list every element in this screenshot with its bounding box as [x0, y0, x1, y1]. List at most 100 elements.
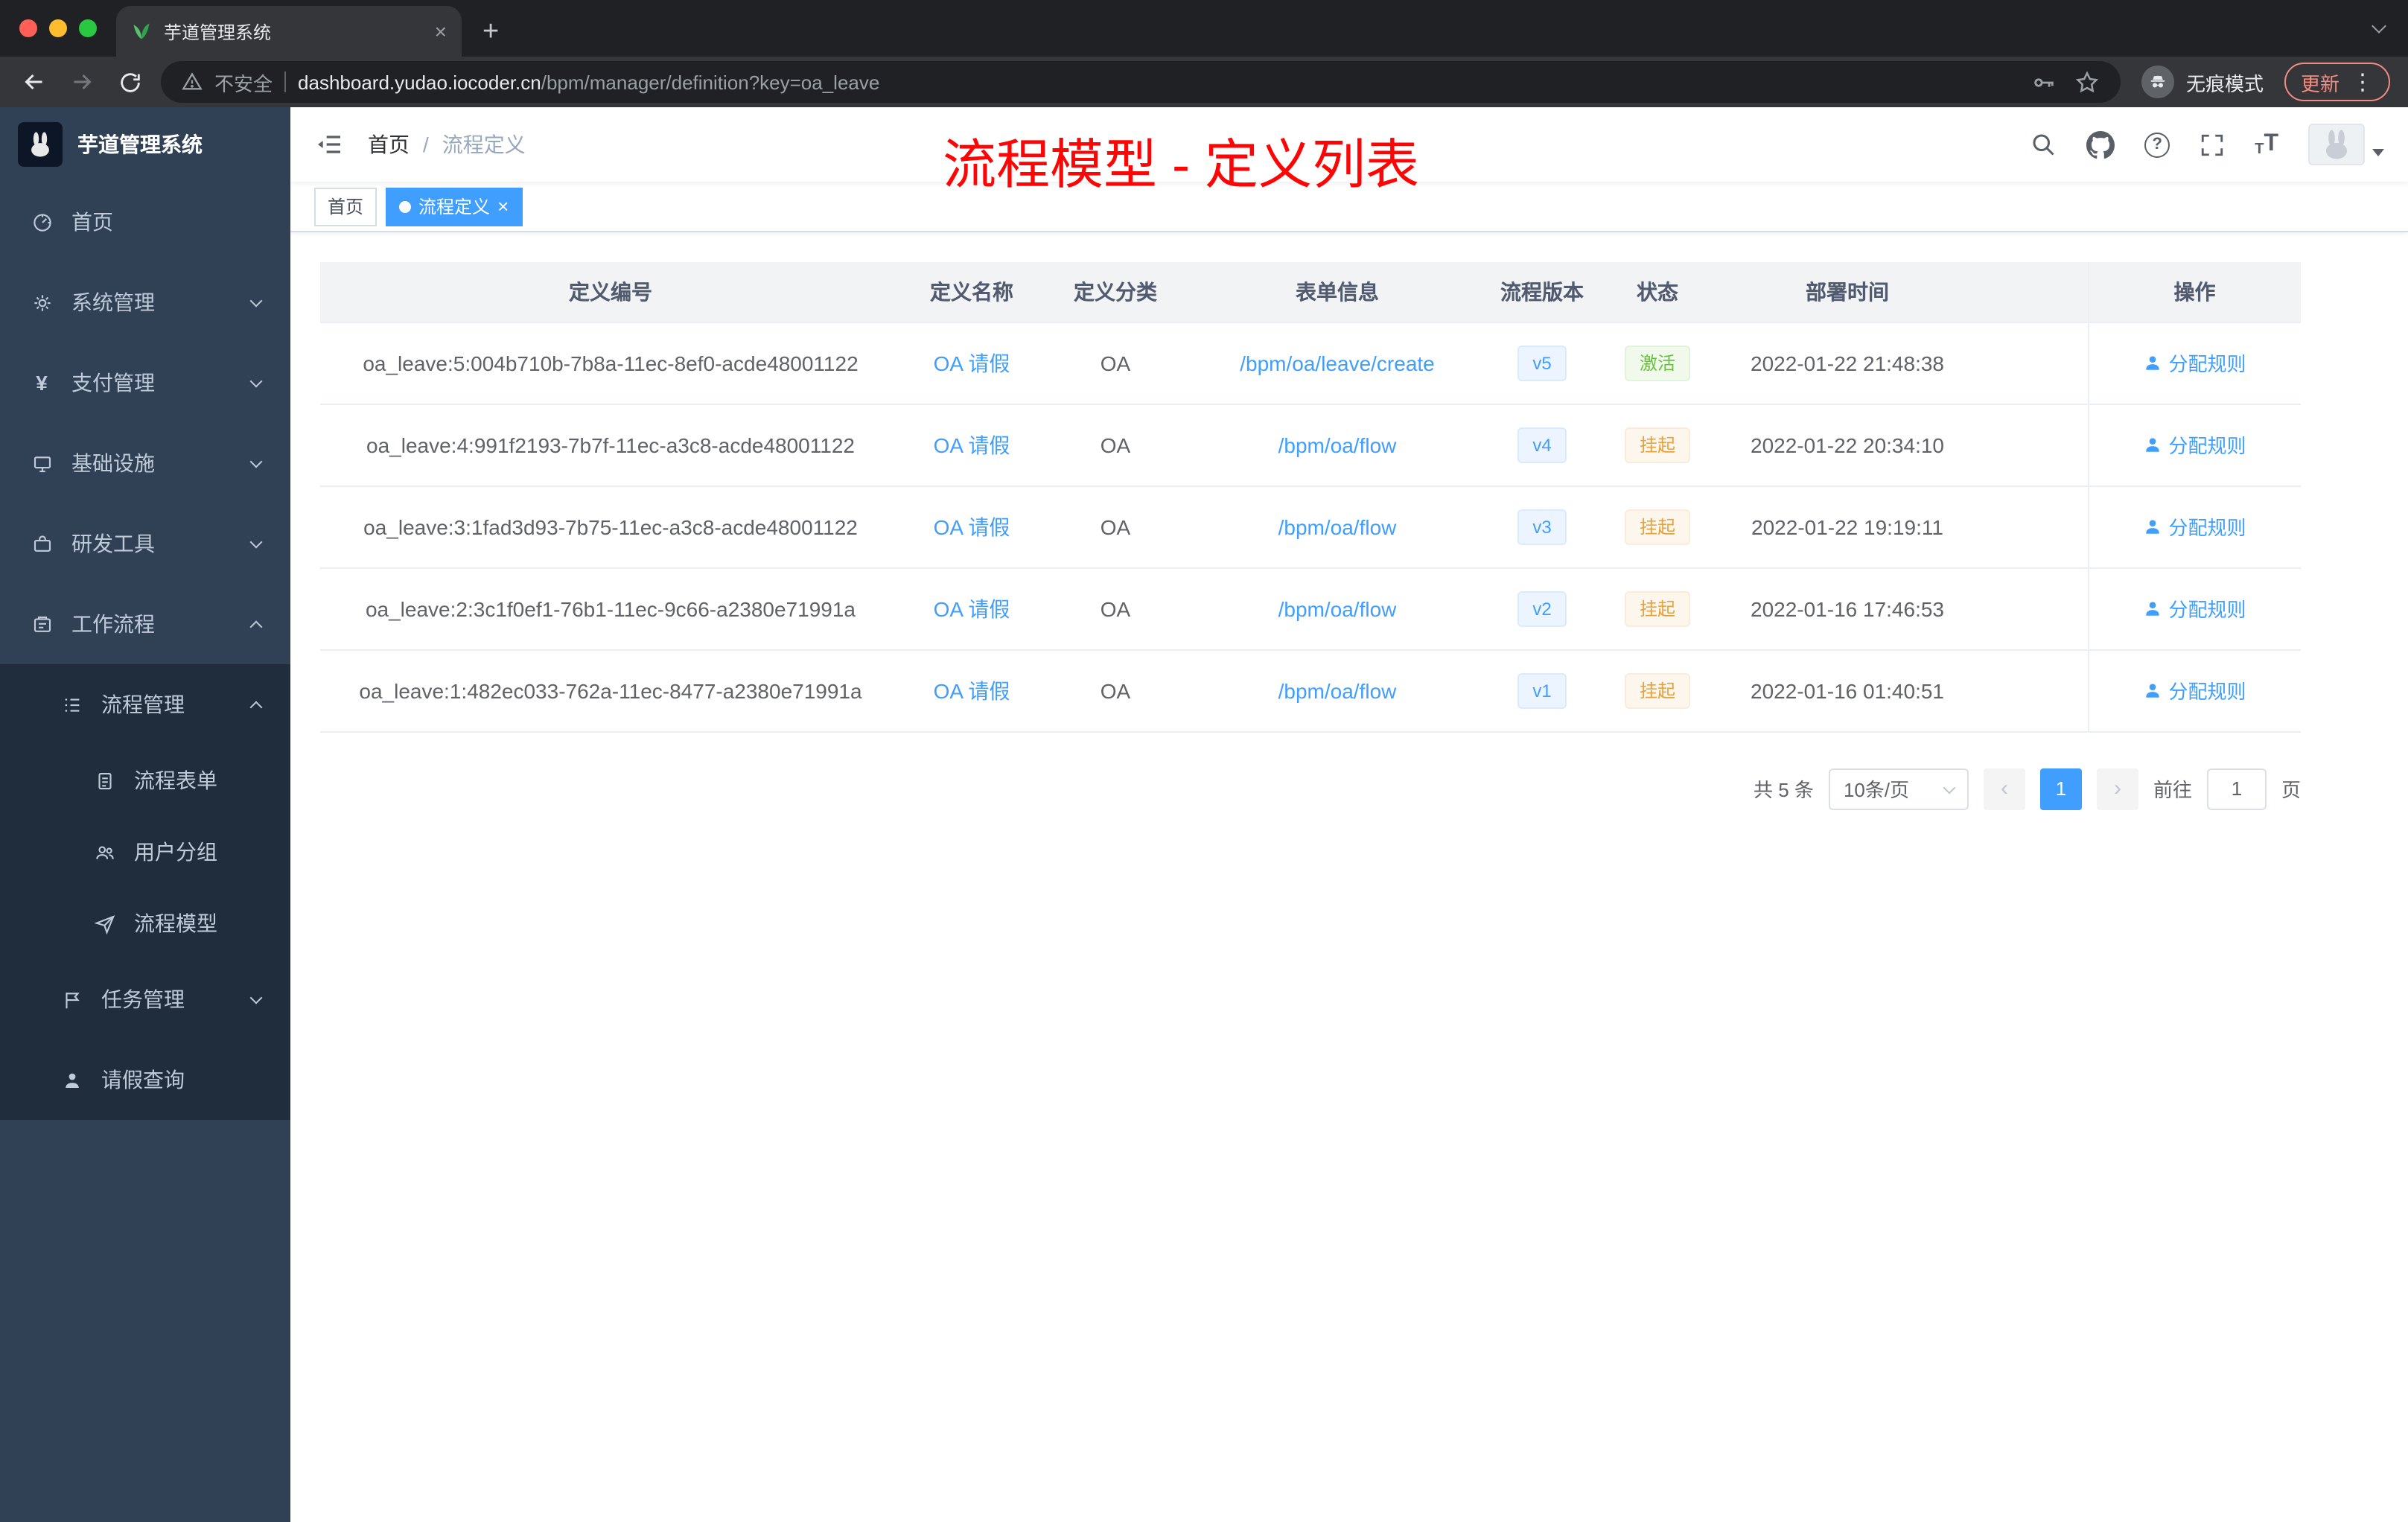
page-size-select[interactable]: 10条/页 [1828, 768, 1969, 809]
update-button[interactable]: 更新 ⋮ [2284, 63, 2390, 101]
document-icon [92, 768, 116, 792]
breadcrumb-current: 流程定义 [442, 133, 526, 156]
workflow-submenu: 流程管理 流程表单 用户分组 流程模型 任务管理 请假查询 [0, 664, 290, 1120]
next-page-button[interactable]: › [2096, 768, 2138, 809]
definition-name-link[interactable]: OA 请假 [934, 351, 1010, 375]
browser-tab[interactable]: 芋道管理系统 × [116, 6, 462, 57]
assign-rule-button[interactable]: 分配规则 [2143, 676, 2246, 704]
briefcase-icon [30, 612, 54, 636]
definition-table: 定义编号 定义名称 定义分类 表单信息 流程版本 状态 部署时间 操作 oa_l… [320, 262, 2301, 732]
sidebar-item-payment[interactable]: ¥ 支付管理 [0, 343, 290, 423]
tag-home[interactable]: 首页 [314, 187, 378, 226]
browser-tab-strip: 芋道管理系统 × + [0, 0, 2408, 57]
cell-spacer [1978, 322, 2088, 404]
page-number-button[interactable]: 1 [2039, 768, 2082, 809]
chevron-down-icon [249, 535, 263, 548]
sidebar-item-process-management[interactable]: 流程管理 [0, 664, 290, 745]
avatar[interactable] [2308, 124, 2365, 165]
font-size-icon[interactable]: TT [2255, 131, 2278, 158]
sidebar-item-leave-query[interactable]: 请假查询 [0, 1039, 290, 1120]
form-link[interactable]: /bpm/oa/flow [1278, 596, 1397, 620]
browser-menu-kebab-icon[interactable]: ⋮ [2351, 69, 2374, 95]
help-icon[interactable]: ? [2144, 132, 2170, 157]
sidebar-item-home[interactable]: 首页 [0, 182, 290, 262]
form-link[interactable]: /bpm/oa/flow [1278, 515, 1397, 538]
sidebar-item-devtools[interactable]: 研发工具 [0, 503, 290, 584]
cell-category: OA [1042, 322, 1188, 404]
sidebar-item-process-form[interactable]: 流程表单 [0, 745, 290, 816]
page-unit-label: 页 [2281, 779, 2301, 801]
status-badge: 激活 [1624, 345, 1690, 380]
toolbox-icon [30, 532, 54, 555]
password-key-icon[interactable] [2031, 69, 2057, 95]
sidebar: 芋道管理系统 首页 系统管理 ¥ 支付管理 基础设施 研发工具 工作流程 流程管… [0, 107, 290, 1522]
tab-search-chevron-icon[interactable] [2372, 19, 2386, 34]
sidebar-item-task-management[interactable]: 任务管理 [0, 959, 290, 1039]
form-link[interactable]: /bpm/oa/flow [1278, 433, 1397, 456]
app-title: 芋道管理系统 [77, 133, 203, 156]
chevron-down-icon [249, 374, 263, 387]
column-deploy-time: 部署时间 [1717, 262, 1978, 322]
reload-button[interactable] [113, 66, 146, 98]
assign-rule-button[interactable]: 分配规则 [2143, 594, 2246, 623]
breadcrumb-home[interactable]: 首页 [368, 130, 410, 159]
assign-rule-button[interactable]: 分配规则 [2143, 348, 2246, 377]
back-button[interactable] [18, 66, 51, 98]
column-process-version: 流程版本 [1486, 262, 1598, 322]
definition-name-link[interactable]: OA 请假 [934, 596, 1010, 620]
breadcrumb: 首页 / 流程定义 [368, 130, 526, 159]
cell-deploy-time: 2022-01-22 21:48:38 [1717, 322, 1978, 404]
definition-name-link[interactable]: OA 请假 [934, 433, 1010, 456]
sidebar-item-label: 首页 [71, 210, 113, 234]
security-label: 不安全 [214, 72, 273, 95]
definition-name-link[interactable]: OA 请假 [934, 515, 1010, 538]
fullscreen-icon[interactable] [2200, 132, 2225, 157]
gear-icon [30, 290, 54, 314]
zoom-window-button[interactable] [79, 19, 97, 37]
cell-category: OA [1042, 567, 1188, 650]
column-spacer [1978, 262, 2088, 322]
incognito-label: 无痕模式 [2185, 72, 2264, 95]
sidebar-item-user-group[interactable]: 用户分组 [0, 816, 290, 888]
search-icon[interactable] [2030, 131, 2057, 158]
avatar-caret-icon[interactable] [2372, 149, 2384, 162]
tag-close-icon[interactable]: × [497, 197, 509, 216]
pagination: 共 5 条 10条/页 ‹ 1 › 前往 页 [320, 768, 2301, 809]
sidebar-item-workflow[interactable]: 工作流程 [0, 584, 290, 664]
sidebar-item-label: 请假查询 [101, 1068, 185, 1092]
cell-category: OA [1042, 649, 1188, 732]
hamburger-icon[interactable] [314, 130, 344, 159]
form-link[interactable]: /bpm/oa/leave/create [1240, 351, 1435, 375]
cell-spacer [1978, 567, 2088, 650]
address-bar[interactable]: 不安全 dashboard.yudao.iocoder.cn/bpm/manag… [161, 61, 2121, 103]
url-host: dashboard.yudao.iocoder.cn [298, 71, 541, 93]
tag-process-definition[interactable]: 流程定义 × [386, 187, 523, 226]
prev-page-button[interactable]: ‹ [1983, 768, 2025, 809]
chevron-up-icon [249, 700, 263, 713]
sidebar-item-process-model[interactable]: 流程模型 [0, 888, 290, 959]
cell-definition-id: oa_leave:2:3c1f0ef1-76b1-11ec-9c66-a2380… [320, 567, 901, 650]
sidebar-item-infrastructure[interactable]: 基础设施 [0, 423, 290, 503]
tab-close-icon[interactable]: × [435, 21, 447, 42]
assign-rule-button[interactable]: 分配规则 [2143, 512, 2246, 541]
definition-name-link[interactable]: OA 请假 [934, 678, 1010, 702]
forward-button[interactable] [66, 66, 98, 98]
list-icon [60, 692, 83, 716]
goto-page-input[interactable] [2206, 768, 2267, 809]
url-divider [284, 71, 287, 92]
status-badge: 挂起 [1624, 427, 1690, 462]
sidebar-item-system[interactable]: 系统管理 [0, 262, 290, 343]
bookmark-star-icon[interactable] [2074, 69, 2100, 95]
cell-spacer [1978, 485, 2088, 568]
chevron-down-icon [249, 990, 263, 1004]
close-window-button[interactable] [19, 19, 37, 37]
assign-rule-button[interactable]: 分配规则 [2143, 430, 2246, 459]
form-link[interactable]: /bpm/oa/flow [1278, 678, 1397, 702]
annotation-title: 流程模型 - 定义列表 [943, 134, 1419, 195]
new-tab-button[interactable]: + [482, 18, 499, 46]
sidebar-item-label: 支付管理 [71, 371, 155, 395]
status-badge: 挂起 [1624, 590, 1690, 626]
column-definition-id: 定义编号 [320, 262, 901, 322]
minimize-window-button[interactable] [49, 19, 67, 37]
github-icon[interactable] [2086, 130, 2115, 159]
